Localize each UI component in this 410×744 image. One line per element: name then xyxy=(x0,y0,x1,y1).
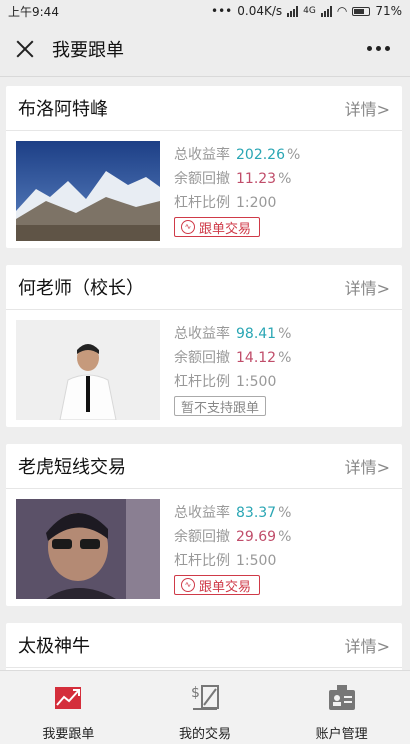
top-bar: 我要跟单 xyxy=(0,22,410,77)
battery-percent: 71% xyxy=(375,4,402,18)
trader-stats: 总收益率 202.26% 余额回撤 11.23% 杠杆比例 1:200 ∿ 跟单交易 xyxy=(174,141,300,241)
signal-icon xyxy=(287,5,299,17)
drawdown-value: 14.12 xyxy=(236,350,277,366)
bottom-tab-bar: 我要跟单 $ 我的交易 账户管理 xyxy=(0,670,410,744)
card-body: 总收益率 202.26% 余额回撤 11.23% 杠杆比例 1:200 ∿ 跟单交易 xyxy=(6,131,402,253)
follow-unavailable-button[interactable]: 暂不支持跟单 xyxy=(174,396,267,416)
trader-name: 太极神牛 xyxy=(18,636,90,657)
trader-card[interactable]: 布洛阿特峰 详情> 总收益率 202.26 % 余额回撤 11.23 % 杠杆比… xyxy=(6,86,402,248)
close-icon[interactable] xyxy=(14,38,36,60)
tab-my-trades[interactable]: $ 我的交易 xyxy=(137,671,274,744)
return-row: 总收益率 83.37% xyxy=(174,505,292,521)
leverage-value: 1:500 xyxy=(236,553,277,569)
trader-photo-selfie xyxy=(16,499,160,599)
follow-trade-button[interactable]: ∿ 跟单交易 xyxy=(174,217,261,237)
network-speed: 0.04K/s xyxy=(237,4,283,18)
pulse-icon: ∿ xyxy=(181,220,195,234)
trader-stats: 总收益率 98.41% 余额回撤 14.12% 杠杆比例 1:500 暂不支持跟单 xyxy=(174,320,291,420)
tab-account[interactable]: 账户管理 xyxy=(273,671,410,744)
trader-name: 老虎短线交易 xyxy=(18,457,126,478)
detail-link[interactable]: 详情> xyxy=(345,633,390,657)
leverage-row: 杠杆比例 1:200 xyxy=(174,195,277,211)
return-row: 总收益率 98.41% xyxy=(174,326,292,342)
follow-trade-button[interactable]: ∿ 跟单交易 xyxy=(174,575,261,595)
card-header: 布洛阿特峰 详情> xyxy=(6,86,402,131)
card-body: 总收益率 83.37% 余额回撤 29.69% 杠杆比例 1:500 ∿ 跟单交易 xyxy=(6,489,402,611)
return-value: 202.26 xyxy=(236,147,285,163)
network-type: 4G xyxy=(303,6,316,16)
trader-card[interactable]: 老虎短线交易 详情> 总收益率 83.37% 余额回撤 29.69% 杠杆比例 1:5… xyxy=(6,444,402,606)
dollar-chart-icon: $ xyxy=(191,685,219,710)
status-time: 上午9:44 xyxy=(8,4,59,19)
trader-card[interactable]: 太极神牛 详情> xyxy=(6,623,402,670)
return-value: 98.41 xyxy=(236,326,277,342)
svg-text:$: $ xyxy=(191,685,200,701)
card-header: 老虎短线交易 详情> xyxy=(6,444,402,489)
card-header: 太极神牛 详情> xyxy=(6,623,402,668)
drawdown-row: 余额回撤 29.69% xyxy=(174,529,292,545)
card-body: 总收益率 98.41% 余额回撤 14.12% 杠杆比例 1:500 暂不支持跟单 xyxy=(6,310,402,432)
dots-indicator-icon: ••• xyxy=(211,4,233,18)
trader-name: 布洛阿特峰 xyxy=(18,99,108,120)
tab-label: 我的交易 xyxy=(179,727,232,742)
signal-icon-2 xyxy=(320,5,332,17)
trader-stats: 总收益率 83.37% 余额回撤 29.69% 杠杆比例 1:500 ∿ 跟单交易 xyxy=(174,499,291,599)
detail-link[interactable]: 详情> xyxy=(345,275,390,299)
id-card-icon xyxy=(328,685,355,710)
trader-name: 何老师（校长） xyxy=(18,278,144,299)
leverage-value: 1:200 xyxy=(236,195,277,211)
drawdown-row: 余额回撤 14.12% xyxy=(174,350,292,366)
chart-trend-icon xyxy=(55,687,82,709)
detail-link[interactable]: 详情> xyxy=(345,96,390,120)
detail-link[interactable]: 详情> xyxy=(345,454,390,478)
trader-card[interactable]: 何老师（校长） 详情> 总收益率 98.41% 余额回撤 14.12% 杠杆比例 1:… xyxy=(6,265,402,427)
wifi-icon: ◠ xyxy=(336,4,348,18)
drawdown-value: 29.69 xyxy=(236,529,277,545)
drawdown-value: 11.23 xyxy=(236,171,277,187)
trader-photo-mountain xyxy=(16,141,160,241)
more-icon[interactable] xyxy=(367,46,390,51)
status-indicators: ••• 0.04K/s 4G ◠ 71% xyxy=(211,4,402,18)
tab-label: 我要跟单 xyxy=(42,727,95,742)
trader-photo-portrait xyxy=(16,320,160,420)
trader-list[interactable]: 布洛阿特峰 详情> 总收益率 202.26 % 余额回撤 11.23 % 杠杆比… xyxy=(0,86,410,670)
pulse-icon: ∿ xyxy=(181,578,195,592)
drawdown-row: 余额回撤 11.23% xyxy=(174,171,292,187)
page-title: 我要跟单 xyxy=(52,40,124,61)
return-row: 总收益率 202.26% xyxy=(174,147,301,163)
leverage-value: 1:500 xyxy=(236,374,277,390)
leverage-row: 杠杆比例 1:500 xyxy=(174,553,277,569)
card-header: 何老师（校长） 详情> xyxy=(6,265,402,310)
leverage-row: 杠杆比例 1:500 xyxy=(174,374,277,390)
return-value: 83.37 xyxy=(236,505,277,521)
tab-follow[interactable]: 我要跟单 xyxy=(0,671,137,744)
tab-label: 账户管理 xyxy=(315,727,368,742)
status-bar: 上午9:44 ••• 0.04K/s 4G ◠ 71% xyxy=(0,0,410,22)
battery-icon xyxy=(352,6,371,16)
